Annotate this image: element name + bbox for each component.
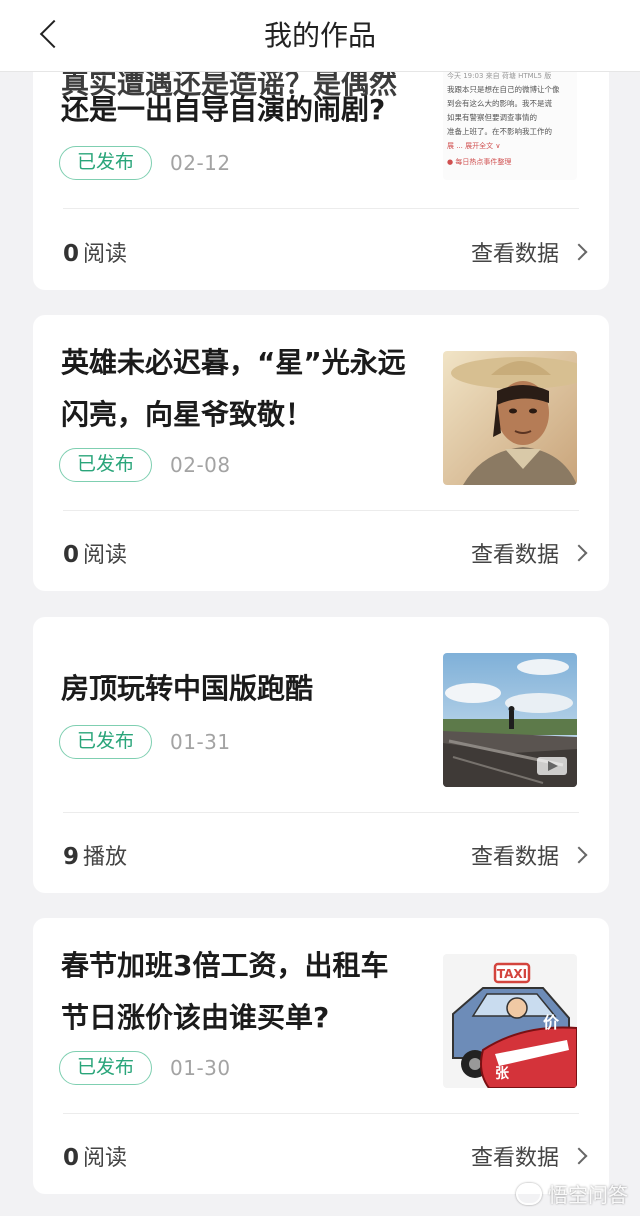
article-title-line: 房顶玩转中国版跑酷 [61, 672, 314, 705]
view-data-label: 查看数据 [470, 845, 559, 870]
publish-date: 01-31 [170, 730, 231, 754]
article-title[interactable]: 春节加班3倍工资，出租车 节日涨价该由谁买单? [61, 940, 421, 1044]
svg-text:展 ... 展开全文 ∨: 展 ... 展开全文 ∨ [447, 141, 500, 150]
status-badge: 已发布 [59, 1051, 153, 1085]
count-unit: 阅读 [83, 1146, 128, 1171]
watermark: 悟空问答 [516, 1179, 628, 1208]
article-meta: 已发布 01-31 [59, 725, 231, 759]
svg-text:● 每日热点事件整理: ● 每日热点事件整理 [447, 157, 511, 166]
card-divider [63, 208, 579, 209]
article-title[interactable]: 还是一出自导自演的闹剧? [61, 84, 421, 136]
works-feed[interactable]: 真实遭遇还是造谣？是偶然 还是一出自导自演的闹剧? 已发布 02-12 今天 1… [0, 0, 640, 1216]
read-count: 0 阅读 [63, 236, 127, 268]
man-in-straw-hat-thumbnail[interactable] [443, 351, 577, 485]
svg-text:TAXI: TAXI [497, 967, 527, 981]
article-title[interactable]: 英雄未必迟暮，“星”光永远 闪亮，向星爷致敬！ [61, 337, 421, 441]
card-divider [63, 510, 579, 511]
article-title-line: 英雄未必迟暮，“星”光永远 [61, 346, 406, 379]
watermark-text: 悟空问答 [548, 1183, 628, 1207]
text-screenshot-thumbnail[interactable]: 今天 19:03 来自 荷塘 HTML5 版 我跟本只是想在自己的微博让个像 到… [443, 66, 577, 180]
article-card[interactable]: 房顶玩转中国版跑酷 已发布 01-31 9 播放 查看数据 [33, 617, 609, 893]
article-meta: 已发布 01-30 [59, 1051, 231, 1085]
article-title-line: 节日涨价该由谁买单? [61, 1001, 330, 1034]
chat-bubble-logo-icon [516, 1182, 542, 1205]
svg-text:准备上班了。在不影响我工作的: 准备上班了。在不影响我工作的 [447, 126, 552, 136]
view-data-button[interactable]: 查看数据 [470, 1140, 588, 1172]
publish-date: 02-12 [170, 151, 231, 175]
article-title-line: 还是一出自导自演的闹剧? [61, 93, 386, 126]
play-count: 9 播放 [63, 839, 127, 871]
taxi-cartoon-image: TAXI 价 张 [443, 954, 577, 1088]
card-divider [63, 812, 579, 813]
svg-text:今天 19:03 来自 荷塘 HTML5 版: 今天 19:03 来自 荷塘 HTML5 版 [447, 71, 551, 80]
svg-text:我跟本只是想在自己的微博让个像: 我跟本只是想在自己的微博让个像 [447, 84, 560, 94]
view-data-label: 查看数据 [470, 242, 559, 267]
chevron-right-icon [570, 1147, 588, 1165]
status-badge: 已发布 [59, 448, 153, 482]
article-card[interactable]: 真实遭遇还是造谣？是偶然 还是一出自导自演的闹剧? 已发布 02-12 今天 1… [33, 40, 609, 290]
article-meta: 已发布 02-08 [59, 448, 231, 482]
article-card[interactable]: 春节加班3倍工资，出租车 节日涨价该由谁买单? 已发布 01-30 TAXI 价… [33, 918, 609, 1194]
man-in-straw-hat-image [443, 351, 577, 485]
read-count: 0 阅读 [63, 1140, 127, 1172]
view-data-button[interactable]: 查看数据 [470, 839, 588, 871]
read-count: 0 阅读 [63, 537, 127, 569]
count-number: 0 [63, 542, 80, 568]
rooftop-video-image [443, 653, 577, 787]
chevron-right-icon [570, 544, 588, 562]
svg-text:到会有这么大的影响。我不是谎: 到会有这么大的影响。我不是谎 [447, 98, 552, 108]
article-title[interactable]: 房顶玩转中国版跑酷 [61, 663, 421, 715]
count-unit: 阅读 [83, 242, 128, 267]
svg-text:如果有警察但要调查事情的: 如果有警察但要调查事情的 [447, 112, 537, 122]
view-data-label: 查看数据 [470, 543, 559, 568]
count-unit: 播放 [83, 845, 128, 870]
top-nav-bar: 我的作品 [0, 0, 640, 72]
count-unit: 阅读 [83, 543, 128, 568]
rooftop-video-thumbnail[interactable] [443, 653, 577, 787]
article-card[interactable]: 英雄未必迟暮，“星”光永远 闪亮，向星爷致敬！ 已发布 02-08 0 阅读 查… [33, 315, 609, 591]
view-data-button[interactable]: 查看数据 [470, 236, 588, 268]
view-data-label: 查看数据 [470, 1146, 559, 1171]
article-title-line: 春节加班3倍工资，出租车 [61, 949, 389, 982]
card-divider [63, 1113, 579, 1114]
chevron-right-icon [570, 846, 588, 864]
page-title: 我的作品 [263, 19, 376, 52]
count-number: 9 [63, 844, 80, 870]
count-number: 0 [63, 241, 80, 267]
svg-text:张: 张 [495, 1066, 510, 1082]
article-meta: 已发布 02-12 [59, 146, 231, 180]
text-screenshot-image: 今天 19:03 来自 荷塘 HTML5 版 我跟本只是想在自己的微博让个像 到… [443, 66, 577, 180]
status-badge: 已发布 [59, 146, 153, 180]
status-badge: 已发布 [59, 725, 153, 759]
article-title-line: 闪亮，向星爷致敬！ [61, 398, 314, 431]
svg-text:价: 价 [543, 1013, 560, 1032]
count-number: 0 [63, 1145, 80, 1171]
view-data-button[interactable]: 查看数据 [470, 537, 588, 569]
publish-date: 01-30 [170, 1056, 231, 1080]
taxi-cartoon-thumbnail[interactable]: TAXI 价 张 [443, 954, 577, 1088]
chevron-right-icon [570, 243, 588, 261]
publish-date: 02-08 [170, 453, 231, 477]
